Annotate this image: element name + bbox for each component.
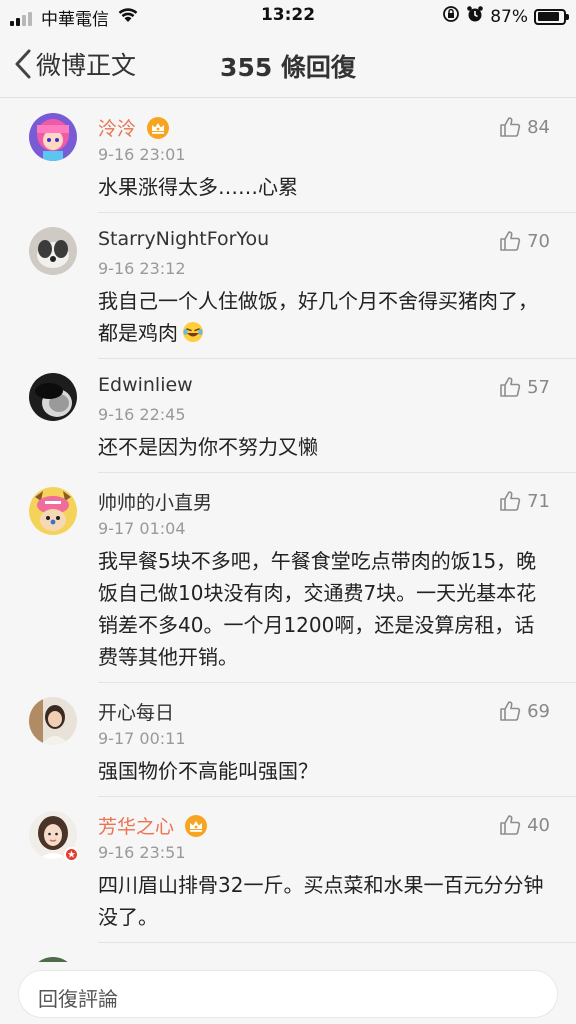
comment-time: 9-16 22:45 bbox=[98, 405, 186, 424]
comment-text: 还不是因为你不努力又懒 bbox=[98, 435, 318, 459]
comment-body: 我自己一个人住做饭，好几个月不舍得买猪肉了，都是鸡肉 bbox=[98, 285, 550, 349]
comment-text: 我早餐5块不多吧，午餐食堂吃点带肉的饭15，晚饭自己做10块没有肉，交通费7块。… bbox=[98, 549, 537, 669]
comment-user-row[interactable]: StarryNightForYou bbox=[98, 228, 269, 250]
comment-text: 我自己一个人住做饭，好几个月不舍得买猪肉了，都是鸡肉 bbox=[98, 289, 538, 345]
comment-item: 泠泠 84 9-16 23:01 水果涨得太多……心累 bbox=[0, 99, 576, 213]
comment-username[interactable]: 帅帅的小直男 bbox=[98, 488, 212, 515]
comment-text: 强国物价不高能叫强国？ bbox=[98, 759, 318, 783]
comment-username[interactable]: StarryNightForYou bbox=[98, 228, 269, 250]
avatar[interactable] bbox=[29, 487, 77, 535]
like-button[interactable]: 69 bbox=[499, 700, 550, 722]
battery-percent: 87% bbox=[490, 6, 528, 27]
comment-item: StarryNightForYou 70 9-16 23:12 我自己一个人住做… bbox=[0, 213, 576, 359]
comment-user-row[interactable]: 帅帅的小直男 bbox=[98, 488, 212, 515]
comment-user-row[interactable]: Edwinliew bbox=[98, 374, 193, 396]
like-button[interactable]: 84 bbox=[499, 116, 550, 138]
verified-badge-icon bbox=[64, 847, 79, 862]
comment-text: 四川眉山排骨32一斤。买点菜和水果一百元分分钟没了。 bbox=[98, 873, 544, 929]
comment-time: 9-16 23:01 bbox=[98, 145, 186, 164]
comment-time: 9-16 23:51 bbox=[98, 843, 186, 862]
comment-item: 开心每日 69 9-17 00:11 强国物价不高能叫强国？ bbox=[0, 683, 576, 797]
comment-item: 芳华之心 40 9-16 23:51 四川眉山排骨32一斤。买点菜和水果一百元分… bbox=[0, 797, 576, 943]
comment-username[interactable]: 开心每日 bbox=[98, 698, 174, 725]
like-count: 57 bbox=[527, 376, 550, 398]
crown-icon bbox=[185, 814, 208, 837]
comment-time: 9-17 01:04 bbox=[98, 519, 186, 538]
like-count: 69 bbox=[527, 700, 550, 722]
comment-user-row[interactable]: 芳华之心 bbox=[98, 812, 208, 839]
comment-username[interactable]: 芳华之心 bbox=[98, 812, 174, 839]
comment-username[interactable]: 泠泠 bbox=[98, 114, 136, 141]
alarm-icon bbox=[466, 5, 484, 28]
like-button[interactable]: 70 bbox=[499, 230, 550, 252]
like-count: 71 bbox=[527, 490, 550, 512]
like-button[interactable]: 57 bbox=[499, 376, 550, 398]
comment-text: 水果涨得太多……心累 bbox=[98, 175, 298, 199]
page-title: 355 條回復 bbox=[220, 53, 356, 82]
avatar[interactable] bbox=[29, 373, 77, 421]
comment-username[interactable]: Edwinliew bbox=[98, 374, 193, 396]
thumbs-up-icon bbox=[500, 815, 521, 835]
orientation-lock-icon bbox=[442, 5, 460, 28]
laughing-crying-emoji bbox=[183, 322, 203, 342]
like-button[interactable]: 71 bbox=[499, 490, 550, 512]
status-bar: 中華電信 13:22 87% bbox=[0, 0, 576, 32]
avatar[interactable] bbox=[29, 113, 77, 161]
thumbs-up-icon bbox=[500, 231, 521, 251]
thumbs-up-icon bbox=[500, 491, 521, 511]
comment-item: Edwinliew 57 9-16 22:45 还不是因为你不努力又懒 bbox=[0, 359, 576, 473]
like-button[interactable]: 40 bbox=[499, 814, 550, 836]
like-count: 70 bbox=[527, 230, 550, 252]
reply-input[interactable]: 回復評論 bbox=[18, 970, 558, 1018]
comment-item-partial bbox=[0, 943, 576, 964]
comment-item: 帅帅的小直男 71 9-17 01:04 我早餐5块不多吧，午餐食堂吃点带肉的饭… bbox=[0, 473, 576, 683]
thumbs-up-icon bbox=[500, 377, 521, 397]
nav-bar: 微博正文 355 條回復 bbox=[0, 32, 576, 98]
battery-icon bbox=[534, 8, 569, 25]
avatar[interactable] bbox=[29, 227, 77, 275]
thumbs-up-icon bbox=[500, 701, 521, 721]
comment-list[interactable]: 泠泠 84 9-16 23:01 水果涨得太多……心累 StarryNightF… bbox=[0, 99, 576, 964]
comment-time: 9-16 23:12 bbox=[98, 259, 186, 278]
avatar[interactable] bbox=[29, 697, 77, 745]
comment-time: 9-17 00:11 bbox=[98, 729, 186, 748]
comment-user-row[interactable]: 开心每日 bbox=[98, 698, 174, 725]
like-count: 40 bbox=[527, 814, 550, 836]
reply-bar: 回復評論 bbox=[0, 962, 576, 1024]
like-count: 84 bbox=[527, 116, 550, 138]
thumbs-up-icon bbox=[500, 117, 521, 137]
comment-user-row[interactable]: 泠泠 bbox=[98, 114, 170, 141]
crown-icon bbox=[147, 116, 170, 139]
